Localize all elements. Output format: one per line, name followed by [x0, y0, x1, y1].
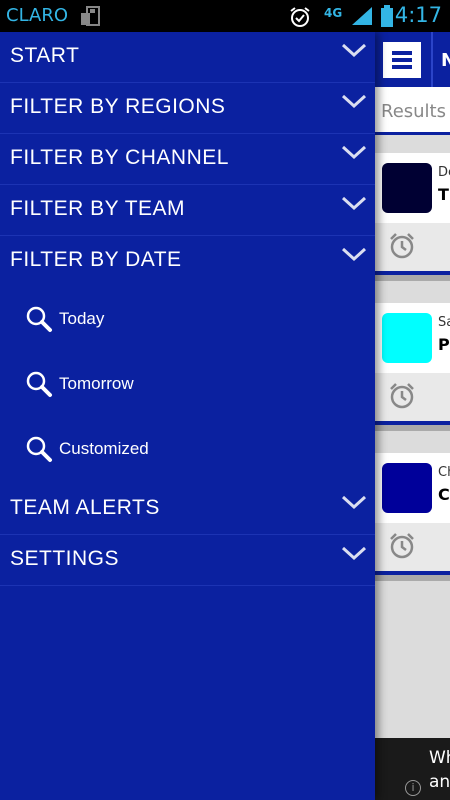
date-option-label: Customized	[59, 439, 149, 458]
menu-item-label: FILTER BY TEAM	[10, 197, 186, 220]
sim-card-icon	[78, 5, 102, 31]
chevron-down-icon	[341, 246, 367, 266]
navigation-drawer: START FILTER BY REGIONS FILTER BY CHANNE…	[0, 32, 375, 800]
menu-item-label: FILTER BY CHANNEL	[10, 146, 229, 169]
signal-icon	[350, 5, 374, 31]
card-shadow	[375, 275, 450, 281]
card-subtitle: De	[438, 165, 450, 180]
chevron-down-icon	[341, 42, 367, 62]
card-title: C	[438, 485, 450, 504]
menu-item-filter-date[interactable]: FILTER BY DATE	[0, 236, 375, 287]
battery-icon	[380, 5, 394, 31]
card-alarm-row	[375, 523, 450, 571]
status-bar: CLARO 4G 4:17	[0, 0, 450, 32]
match-card[interactable]: De Ti	[375, 153, 450, 281]
results-label: Results	[381, 101, 446, 122]
date-option-customized[interactable]: Customized	[0, 419, 375, 484]
search-icon	[25, 435, 53, 467]
app-header: N	[375, 32, 450, 87]
menu-item-label: SETTINGS	[10, 547, 120, 570]
menu-item-label: FILTER BY DATE	[10, 248, 182, 271]
header-divider	[431, 32, 433, 87]
card-title: P	[438, 335, 450, 354]
team-color-swatch	[382, 163, 432, 213]
results-bar: Results	[375, 87, 450, 135]
chevron-down-icon	[341, 93, 367, 113]
card-alarm-row	[375, 223, 450, 271]
menu-item-label: TEAM ALERTS	[10, 496, 160, 519]
chevron-down-icon	[341, 494, 367, 514]
ad-info-icon[interactable]: i	[405, 780, 421, 796]
menu-item-filter-regions[interactable]: FILTER BY REGIONS	[0, 83, 375, 134]
card-shadow	[375, 425, 450, 431]
header-title: N	[441, 50, 450, 71]
ad-text-line-2: an	[429, 772, 450, 792]
team-color-swatch	[382, 463, 432, 513]
carrier-name: CLARO	[6, 5, 68, 26]
menu-item-settings[interactable]: SETTINGS	[0, 535, 375, 586]
chevron-down-icon	[341, 195, 367, 215]
status-clock: 4:17	[394, 3, 442, 27]
card-subtitle: Sa	[438, 315, 450, 330]
search-icon	[25, 370, 53, 402]
date-option-tomorrow[interactable]: Tomorrow	[0, 354, 375, 419]
card-shadow	[375, 575, 450, 581]
chevron-down-icon	[341, 545, 367, 565]
menu-item-label: FILTER BY REGIONS	[10, 95, 226, 118]
alarm-status-icon	[288, 5, 312, 33]
menu-item-filter-team[interactable]: FILTER BY TEAM	[0, 185, 375, 236]
alarm-clock-icon[interactable]	[387, 531, 417, 565]
card-alarm-row	[375, 373, 450, 421]
menu-item-team-alerts[interactable]: TEAM ALERTS	[0, 484, 375, 535]
date-option-label: Today	[59, 309, 105, 328]
ad-text: Wh an	[429, 746, 450, 794]
chevron-down-icon	[341, 144, 367, 164]
hamburger-menu-button[interactable]	[383, 42, 421, 78]
search-icon	[25, 305, 53, 337]
menu-item-start[interactable]: START	[0, 32, 375, 83]
alarm-clock-icon[interactable]	[387, 381, 417, 415]
team-color-swatch	[382, 313, 432, 363]
menu-item-label: START	[10, 44, 80, 67]
ad-banner[interactable]: Wh an i	[375, 738, 450, 800]
ad-text-line-1: Wh	[429, 748, 450, 768]
match-card[interactable]: Ch C	[375, 453, 450, 581]
menu-item-filter-channel[interactable]: FILTER BY CHANNEL	[0, 134, 375, 185]
network-type-icon: 4G	[324, 6, 343, 20]
date-option-label: Tomorrow	[59, 374, 134, 393]
card-subtitle: Ch	[438, 465, 450, 480]
alarm-clock-icon[interactable]	[387, 231, 417, 265]
background-app: N Results De Ti Sa P Ch C	[375, 32, 450, 800]
date-option-today[interactable]: Today	[0, 289, 375, 354]
card-title: Ti	[438, 185, 450, 204]
match-card[interactable]: Sa P	[375, 303, 450, 431]
